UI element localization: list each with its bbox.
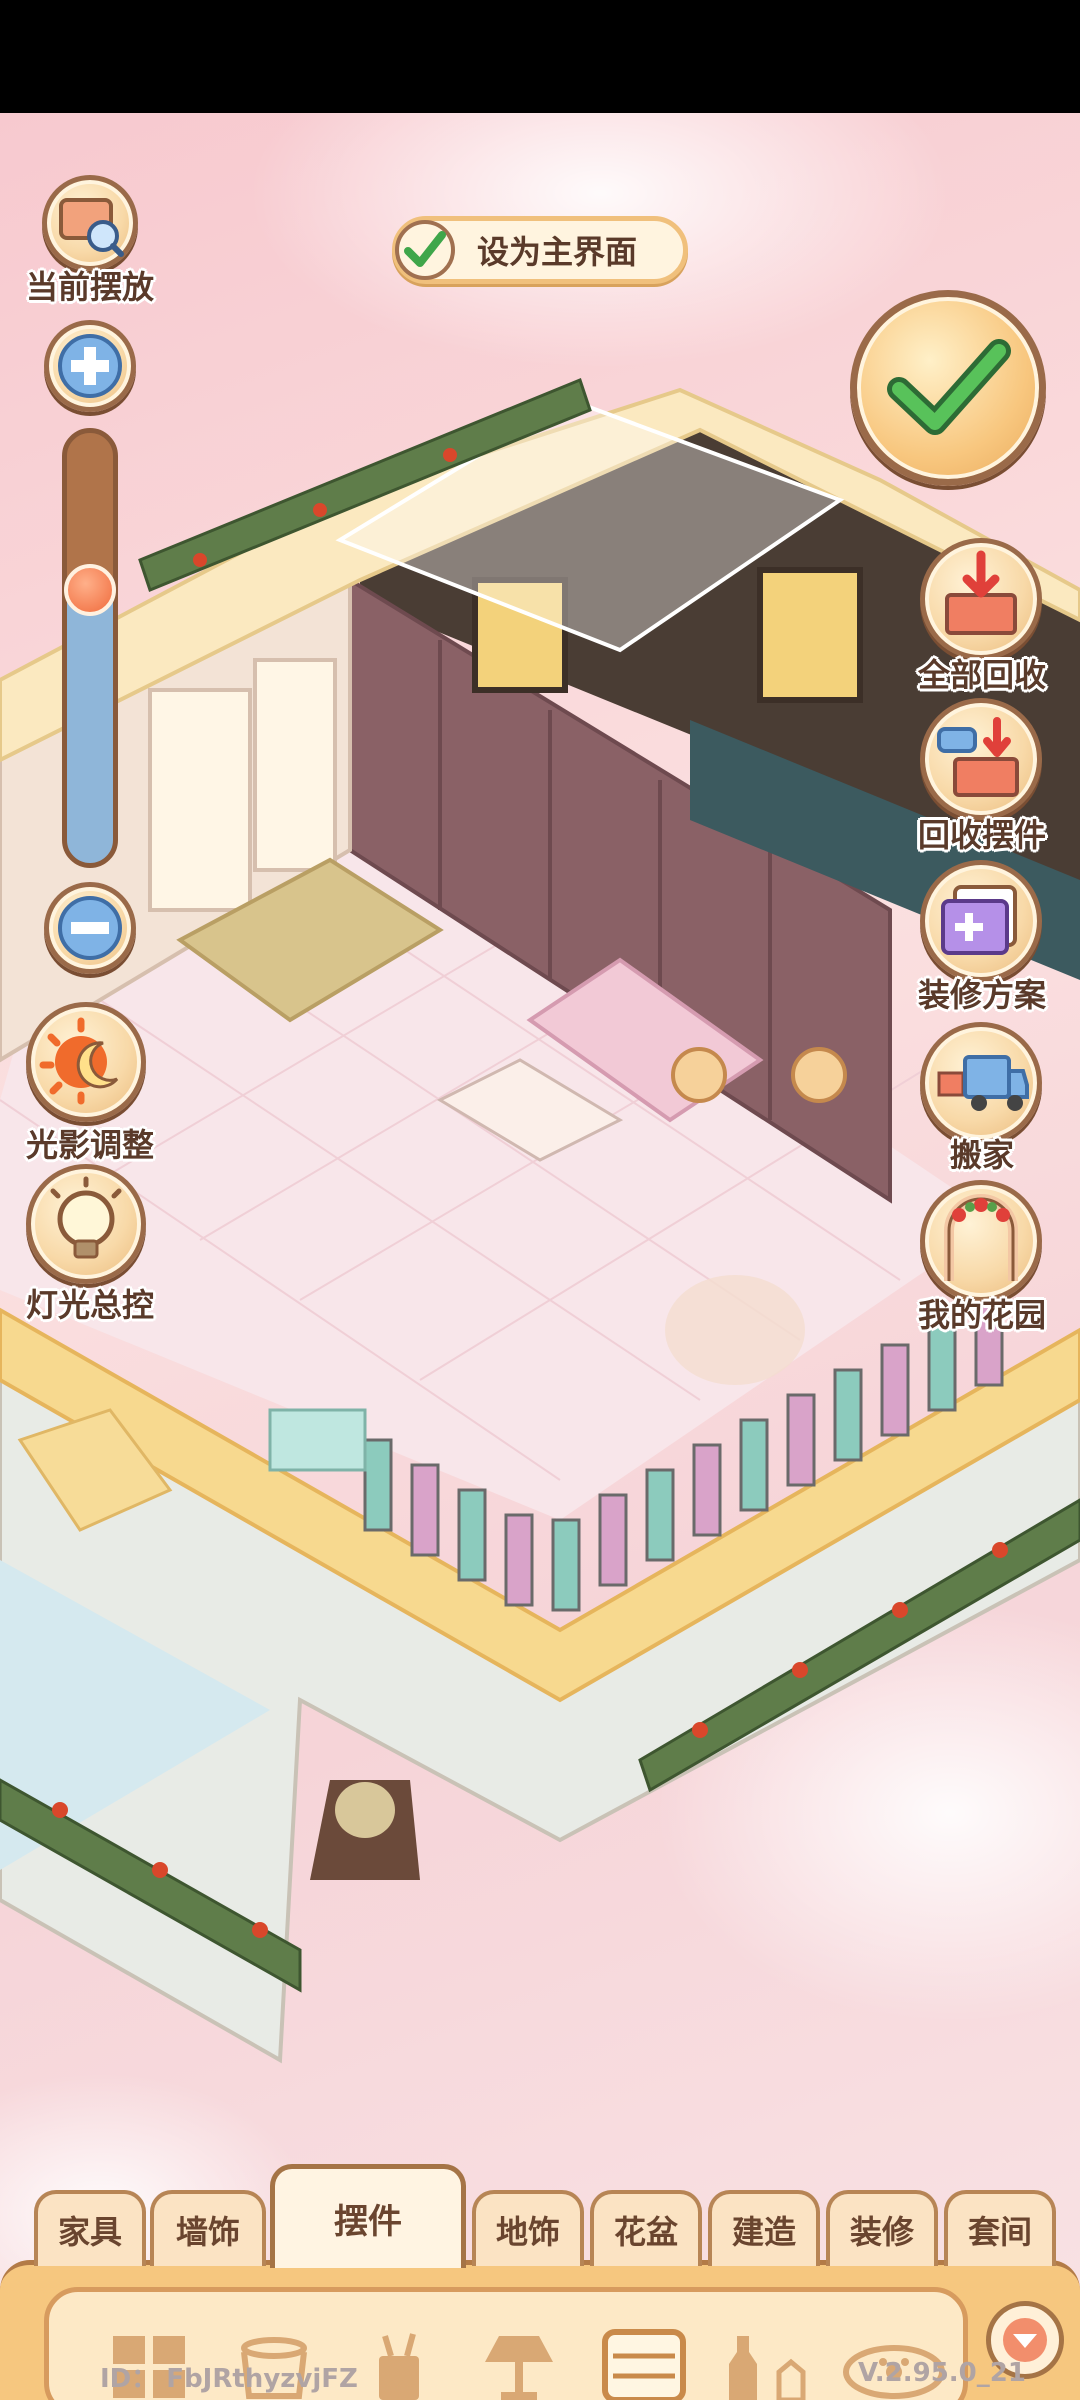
checkmark-icon (887, 339, 1011, 435)
my-garden-button[interactable] (920, 1180, 1042, 1302)
zoom-slider-handle[interactable] (64, 563, 116, 616)
rug-icon[interactable] (599, 2326, 689, 2400)
tab-ornaments[interactable]: 摆件 (270, 2164, 466, 2268)
tab-wall-decor[interactable]: 墙饰 (150, 2190, 266, 2266)
garden-arch-icon (944, 1194, 1018, 1281)
version-label: V.2.95.0_21 (858, 2358, 1026, 2388)
lamp-icon[interactable] (479, 2332, 559, 2400)
confirm-button[interactable] (850, 290, 1046, 486)
current-placement-label: 当前摆放 (25, 268, 154, 306)
decor-plan-button[interactable] (920, 860, 1042, 982)
tab-furniture[interactable]: 家具 (34, 2190, 146, 2266)
decor-plan-label: 装修方案 (917, 976, 1046, 1014)
zoom-in-button[interactable] (44, 320, 136, 412)
lighting-adjust-button[interactable] (26, 1002, 146, 1122)
box-tag-arrow-icon (937, 717, 1019, 797)
box-down-arrow-icon (945, 550, 1017, 635)
minus-icon (58, 896, 122, 960)
recycle-items-button[interactable] (920, 698, 1042, 820)
bottle-icon[interactable] (719, 2332, 809, 2400)
move-house-label: 搬家 (949, 1136, 1014, 1174)
set-as-main-button[interactable]: 设为主界面 (392, 216, 688, 284)
moving-truck-icon (937, 1055, 1029, 1111)
zoom-slider-track[interactable] (62, 428, 118, 868)
light-control-button[interactable] (26, 1164, 146, 1284)
tab-flower-pots[interactable]: 花盆 (590, 2190, 702, 2266)
recycle-items-label: 回收摆件 (917, 816, 1046, 854)
folder-plus-icon (941, 885, 1017, 955)
search-photo-icon (59, 198, 124, 257)
player-id: ID： FbJRthyzvjFZ (100, 2364, 358, 2394)
tab-suites[interactable]: 套间 (944, 2190, 1056, 2266)
move-house-button[interactable] (920, 1022, 1042, 1144)
recycle-all-label: 全部回收 (917, 656, 1046, 694)
my-garden-label: 我的花园 (917, 1296, 1046, 1334)
set-as-main-label: 设为主界面 (477, 233, 638, 271)
light-control-label: 灯光总控 (25, 1286, 154, 1324)
lightbulb-icon (50, 1176, 122, 1259)
status-bar (0, 0, 1080, 113)
tab-renovation[interactable]: 装修 (826, 2190, 938, 2266)
tab-floor-decor[interactable]: 地饰 (472, 2190, 584, 2266)
check-icon (395, 220, 455, 280)
tab-build[interactable]: 建造 (708, 2190, 820, 2266)
current-placement-button[interactable] (42, 175, 138, 271)
lighting-adjust-label: 光影调整 (25, 1126, 154, 1164)
zoom-out-button[interactable] (44, 882, 136, 974)
sun-moon-icon (39, 1017, 119, 1105)
plus-icon (58, 334, 122, 398)
pen-holder-icon[interactable] (369, 2332, 429, 2400)
recycle-all-button[interactable] (920, 538, 1042, 660)
